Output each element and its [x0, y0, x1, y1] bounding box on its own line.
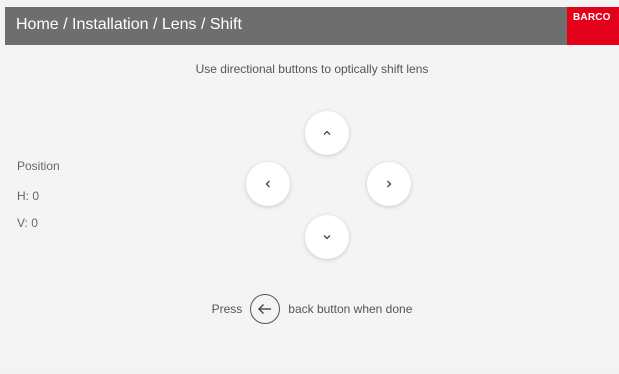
instruction-text: Use directional buttons to optically shi…: [195, 62, 429, 76]
position-label: Position: [17, 159, 60, 173]
header-bar: Home / Installation / Lens / Shift BARCO: [5, 7, 619, 45]
chevron-left-icon: [263, 179, 273, 189]
horizontal-position-value: H: 0: [17, 189, 40, 203]
shift-up-button[interactable]: [305, 111, 349, 155]
chevron-right-icon: [384, 179, 394, 189]
back-done-text: back button when done: [288, 302, 413, 316]
shift-left-button[interactable]: [246, 162, 290, 206]
shift-down-button[interactable]: [305, 215, 349, 259]
press-text: Press: [211, 302, 243, 316]
breadcrumb: Home / Installation / Lens / Shift: [16, 16, 242, 33]
barco-logo: BARCO: [567, 7, 619, 45]
vertical-position-value: V: 0: [17, 216, 38, 230]
arrow-left-icon: [250, 294, 281, 324]
shift-right-button[interactable]: [367, 162, 411, 206]
chevron-down-icon: [322, 232, 332, 242]
footer-hint: Press back button when done: [5, 291, 619, 327]
lens-shift-screen: Home / Installation / Lens / Shift BARCO…: [5, 7, 619, 367]
chevron-up-icon: [322, 128, 332, 138]
